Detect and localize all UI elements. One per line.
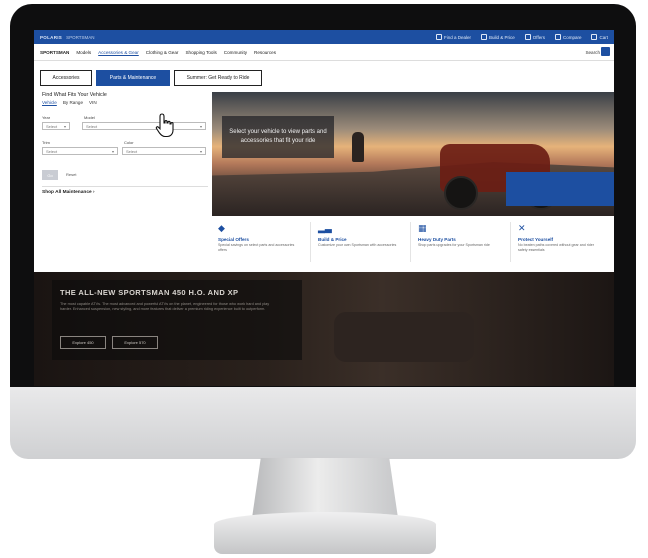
go-button[interactable]: Go	[42, 170, 58, 180]
search-icon[interactable]	[601, 47, 610, 56]
nav-item-community[interactable]: Community	[224, 50, 247, 55]
promo-title: THE ALL-NEW SPORTSMAN 450 H.O. AND XP	[60, 288, 239, 297]
tab-accessories[interactable]: Accessories	[40, 70, 92, 86]
finder-mode-vin[interactable]: VIN	[89, 100, 97, 105]
utility-link-offers[interactable]: Offers	[524, 34, 545, 40]
main-nav: SPORTSMAN Models Accessories & Gear Clot…	[34, 44, 614, 61]
monitor-stand-base	[214, 512, 436, 554]
nav-item-resources[interactable]: Resources	[254, 50, 276, 55]
model-select[interactable]: Select ▾	[82, 122, 206, 130]
finder-title: Find What Fits Your Vehicle	[42, 92, 107, 98]
compare-icon	[554, 34, 561, 40]
pin-icon	[436, 34, 443, 40]
wrench-icon: ✕	[518, 223, 526, 233]
tile-heavy-duty-parts[interactable]: ▦ Heavy Duty Parts Shop parts upgrades f…	[414, 222, 511, 262]
hero-caption: Select your vehicle to view parts and ac…	[222, 116, 334, 158]
atv-icon	[481, 34, 488, 40]
chevron-down-icon: ▾	[111, 148, 114, 154]
monitor-screen: POLARIS SPORTSMAN Find a Dealer Build & …	[34, 30, 614, 386]
accent-bar	[506, 172, 614, 206]
nav-logo[interactable]: SPORTSMAN	[40, 50, 69, 55]
utility-link-compare[interactable]: Compare	[554, 34, 581, 40]
tab-parts-maintenance[interactable]: Parts & Maintenance	[96, 70, 170, 86]
tab-summer-ready[interactable]: Summer: Get Ready to Ride	[174, 70, 262, 86]
utility-links: Find a Dealer Build & Price Offers Compa…	[436, 34, 608, 40]
hand-cursor-icon	[155, 113, 174, 138]
finder-modes: Vehicle By Range VIN	[42, 100, 207, 105]
utility-link-build[interactable]: Build & Price	[481, 34, 515, 40]
color-label: Color	[124, 140, 134, 145]
hero-rider	[352, 132, 364, 162]
nav-item-clothing[interactable]: Clothing & Gear	[146, 50, 179, 55]
nav-item-shopping-tools[interactable]: Shopping Tools	[185, 50, 216, 55]
promo-atv	[334, 312, 474, 362]
vehicle-finder: Find What Fits Your Vehicle Vehicle By R…	[42, 92, 207, 105]
trim-select[interactable]: Select ▾	[42, 147, 118, 155]
nav-item-models[interactable]: Models	[76, 50, 91, 55]
nav-item-accessories[interactable]: Accessories & Gear	[98, 50, 139, 55]
brand-label[interactable]: POLARIS	[40, 35, 62, 40]
tag-icon	[524, 34, 531, 40]
chevron-down-icon: ▾	[199, 148, 202, 154]
promo-banner: THE ALL-NEW SPORTSMAN 450 H.O. AND XP Th…	[34, 272, 614, 386]
color-select[interactable]: Select ▾	[122, 147, 206, 155]
explore-570-button[interactable]: Explore 570	[112, 336, 158, 349]
shop-all-maintenance-link[interactable]: Shop All Maintenance ›	[42, 190, 95, 195]
monitor-chin	[10, 387, 636, 459]
parts-icon: ▦	[418, 223, 427, 233]
cart-icon	[591, 34, 598, 40]
finder-divider	[42, 186, 208, 187]
tile-protect-yourself[interactable]: ✕ Protect Yourself No beaten paths cover…	[514, 222, 610, 262]
trim-label: Trim	[42, 140, 50, 145]
tag-icon: ◆	[218, 223, 225, 233]
year-select[interactable]: Select ▾	[42, 122, 70, 130]
promo-text: The most capable ATVs. The most advanced…	[60, 302, 270, 311]
reset-link[interactable]: Reset	[66, 172, 76, 177]
chevron-down-icon: ▾	[63, 123, 66, 129]
monitor-stand-neck	[252, 458, 398, 518]
utility-link-dealer[interactable]: Find a Dealer	[436, 34, 471, 40]
search-input[interactable]: Search	[585, 50, 600, 55]
model-label: Model	[84, 115, 95, 120]
atv-icon: ▂▃	[318, 223, 332, 233]
chevron-right-icon: ›	[93, 190, 95, 195]
tile-build-price[interactable]: ▂▃ Build & Price Customize your own Spor…	[314, 222, 411, 262]
tile-special-offers[interactable]: ◆ Special Offers Special savings on sele…	[214, 222, 311, 262]
finder-mode-range[interactable]: By Range	[63, 100, 83, 105]
year-label: Year	[42, 115, 51, 120]
chevron-down-icon: ▾	[199, 123, 202, 129]
utility-bar: POLARIS SPORTSMAN Find a Dealer Build & …	[34, 30, 614, 44]
hero-atv-wheel	[444, 176, 478, 210]
brand-sub-label: SPORTSMAN	[66, 34, 95, 40]
finder-mode-vehicle[interactable]: Vehicle	[42, 100, 57, 105]
explore-450-button[interactable]: Explore 450	[60, 336, 106, 349]
utility-link-cart[interactable]: Cart	[591, 34, 608, 40]
